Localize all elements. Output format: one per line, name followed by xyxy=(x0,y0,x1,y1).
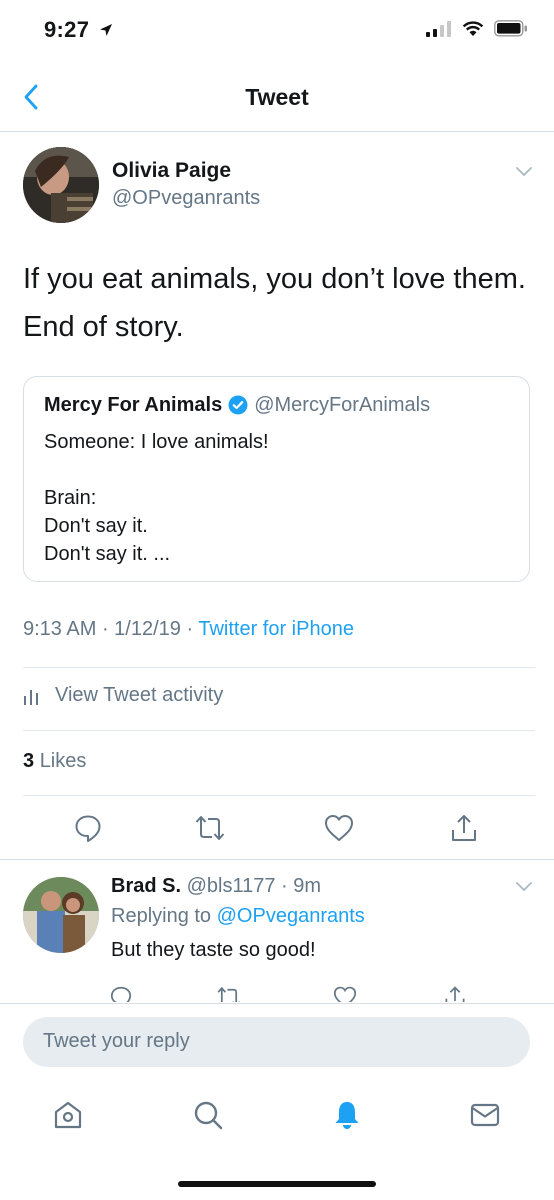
activity-bars-icon xyxy=(23,687,41,705)
activity-label: View Tweet activity xyxy=(55,684,224,706)
tweet-text: If you eat animals, you don’t love them.… xyxy=(23,263,526,343)
reply-avatar-photo xyxy=(23,877,99,953)
tweet-author: Olivia Paige @OPveganrants xyxy=(23,147,533,227)
reply-button[interactable] xyxy=(68,808,108,848)
reply-input[interactable]: Tweet your reply xyxy=(23,1017,530,1067)
share-icon xyxy=(445,986,465,1002)
quoted-tweet-text: Someone: I love animals! Brain: Don't sa… xyxy=(44,431,269,565)
reply-header: Brad S. @bls1177 · 9m xyxy=(111,875,321,898)
avatar[interactable] xyxy=(23,147,99,223)
reply-options-button[interactable] xyxy=(515,880,533,898)
status-indicators xyxy=(426,20,528,37)
status-bar: 9:27 xyxy=(0,0,554,62)
quoted-tweet[interactable]: Mercy For Animals @MercyForAnimals Someo… xyxy=(23,376,530,582)
replying-to: Replying to @OPveganrants xyxy=(111,905,365,928)
chevron-down-icon xyxy=(516,882,532,892)
quoted-author-name: Mercy For Animals xyxy=(44,393,223,416)
reply-reply-button[interactable] xyxy=(106,982,136,1002)
tab-home[interactable] xyxy=(48,1095,88,1135)
reply-icon xyxy=(75,815,101,842)
meta-separator: · xyxy=(186,618,199,640)
replying-to-label: Replying to xyxy=(111,905,212,927)
author-handle[interactable]: @OPveganrants xyxy=(112,187,260,210)
mail-icon xyxy=(470,1103,500,1127)
navigation-bar: Tweet xyxy=(0,62,554,132)
chevron-down-icon xyxy=(516,167,532,177)
tab-messages[interactable] xyxy=(465,1095,505,1135)
tweet-date: 1/12/19 xyxy=(114,618,181,640)
view-tweet-activity-button[interactable]: View Tweet activity xyxy=(23,684,223,707)
reply-share-button[interactable] xyxy=(440,982,470,1002)
reply-author-name[interactable]: Brad S. xyxy=(111,875,181,897)
retweet-button[interactable] xyxy=(190,808,230,848)
heart-icon xyxy=(333,986,357,1002)
home-icon xyxy=(54,1101,82,1129)
reply-text: But they taste so good! xyxy=(111,939,316,961)
reply-author-handle[interactable]: @bls1177 xyxy=(187,875,276,897)
page-title: Tweet xyxy=(245,84,309,110)
divider xyxy=(23,795,535,796)
tab-search[interactable] xyxy=(188,1095,228,1135)
avatar-photo xyxy=(23,147,99,223)
tweet-meta: 9:13 AM · 1/12/19 · Twitter for iPhone xyxy=(23,618,354,641)
bell-icon xyxy=(335,1102,359,1129)
likes-count: 3 xyxy=(23,750,35,772)
quoted-tweet-header: Mercy For Animals @MercyForAnimals xyxy=(44,392,509,418)
divider xyxy=(23,730,535,731)
clock-text: 9:27 xyxy=(44,17,90,42)
author-name[interactable]: Olivia Paige xyxy=(112,159,231,183)
retweet-icon xyxy=(195,816,225,840)
search-icon xyxy=(194,1101,223,1130)
reply-like-button[interactable] xyxy=(330,982,360,1002)
battery-icon xyxy=(494,20,527,37)
wifi-icon xyxy=(462,20,484,36)
likes-label: Likes xyxy=(39,750,87,772)
tweet-options-button[interactable] xyxy=(515,165,533,183)
location-arrow-icon xyxy=(99,24,112,36)
status-time: 9:27 xyxy=(44,17,113,43)
replying-to-handle[interactable]: @OPveganrants xyxy=(217,905,365,927)
heart-icon xyxy=(325,815,353,841)
reply-age: 9m xyxy=(293,875,322,897)
tab-bar xyxy=(0,1083,554,1153)
divider xyxy=(23,667,535,668)
reply-composer-bar: Tweet your reply xyxy=(0,1003,554,1083)
verified-badge-icon xyxy=(228,395,248,415)
home-indicator[interactable] xyxy=(178,1181,376,1187)
reply-avatar[interactable] xyxy=(23,877,99,953)
section-divider xyxy=(0,859,554,860)
tweet-actions xyxy=(0,808,554,850)
likes-count-button[interactable]: 3 Likes xyxy=(23,750,86,773)
tweet-time: 9:13 AM xyxy=(23,618,97,640)
share-icon xyxy=(452,815,476,841)
reply-icon xyxy=(110,986,132,1002)
meta-separator: · xyxy=(101,618,115,640)
like-button[interactable] xyxy=(319,808,359,848)
reply-actions xyxy=(0,978,554,1002)
tweet-source-link[interactable]: Twitter for iPhone xyxy=(198,618,354,640)
reply-separator: · xyxy=(275,875,294,897)
cellular-signal-icon xyxy=(426,20,451,37)
retweet-icon xyxy=(217,986,241,1002)
reply-retweet-button[interactable] xyxy=(214,982,244,1002)
share-button[interactable] xyxy=(444,808,484,848)
tab-notifications[interactable] xyxy=(327,1095,367,1135)
quoted-author-handle: @MercyForAnimals xyxy=(254,393,431,416)
